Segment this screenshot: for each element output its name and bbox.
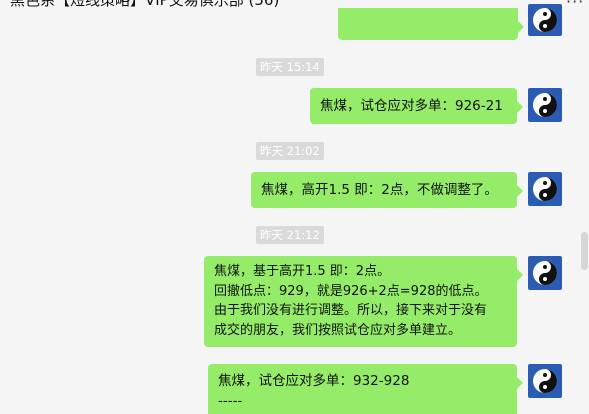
yin-yang-icon — [533, 369, 557, 393]
message-text: ----- — [218, 393, 243, 409]
message-text: 焦煤，试仓应对多单：932-928 — [218, 373, 410, 389]
message-text: 焦煤，基于高开1.5 即：2点。 — [214, 264, 391, 279]
avatar[interactable] — [528, 172, 562, 206]
yin-yang-icon — [533, 177, 557, 201]
message-bubble[interactable]: 焦煤，基于高开1.5 即：2点。 回撤低点：929，就是926+2点=928的低… — [204, 256, 523, 347]
avatar[interactable] — [528, 364, 562, 398]
message-text: 焦煤，试仓应对多单：926-21 — [320, 98, 503, 114]
message-text: 回撤低点：929，就是926+2点=928的低点。 — [214, 283, 488, 299]
more-dots-icon[interactable]: ··· — [566, 0, 584, 10]
avatar[interactable] — [528, 256, 562, 290]
yin-yang-icon — [533, 93, 557, 117]
message-bubble[interactable]: 焦煤，试仓应对多单：932-928 ----- — [208, 364, 523, 414]
message-text: 焦煤，高开1.5 即：2点，不做调整了。 — [261, 182, 498, 198]
timestamp: 昨天 15:14 — [256, 58, 324, 76]
message-bubble-partial[interactable] — [338, 8, 524, 40]
message-bubble[interactable]: 焦煤，试仓应对多单：926-21 — [310, 88, 523, 124]
message-bubble[interactable]: 焦煤，高开1.5 即：2点，不做调整了。 — [251, 172, 523, 208]
message-text: 由于我们没有进行调整。所以，接下来对于没有 — [214, 303, 488, 318]
yin-yang-icon — [533, 8, 557, 32]
timestamp: 昨天 21:12 — [256, 226, 324, 244]
scrollbar-thumb[interactable] — [581, 232, 588, 270]
chat-title: 黑色系【短线策略】VIP交易俱乐部 (56) — [10, 0, 280, 9]
avatar[interactable] — [528, 88, 562, 122]
yin-yang-icon — [533, 261, 557, 285]
avatar[interactable] — [528, 4, 562, 36]
timestamp: 昨天 21:02 — [256, 142, 324, 160]
message-text: 成交的朋友，我们按照试仓应对多单建立。 — [214, 322, 462, 338]
